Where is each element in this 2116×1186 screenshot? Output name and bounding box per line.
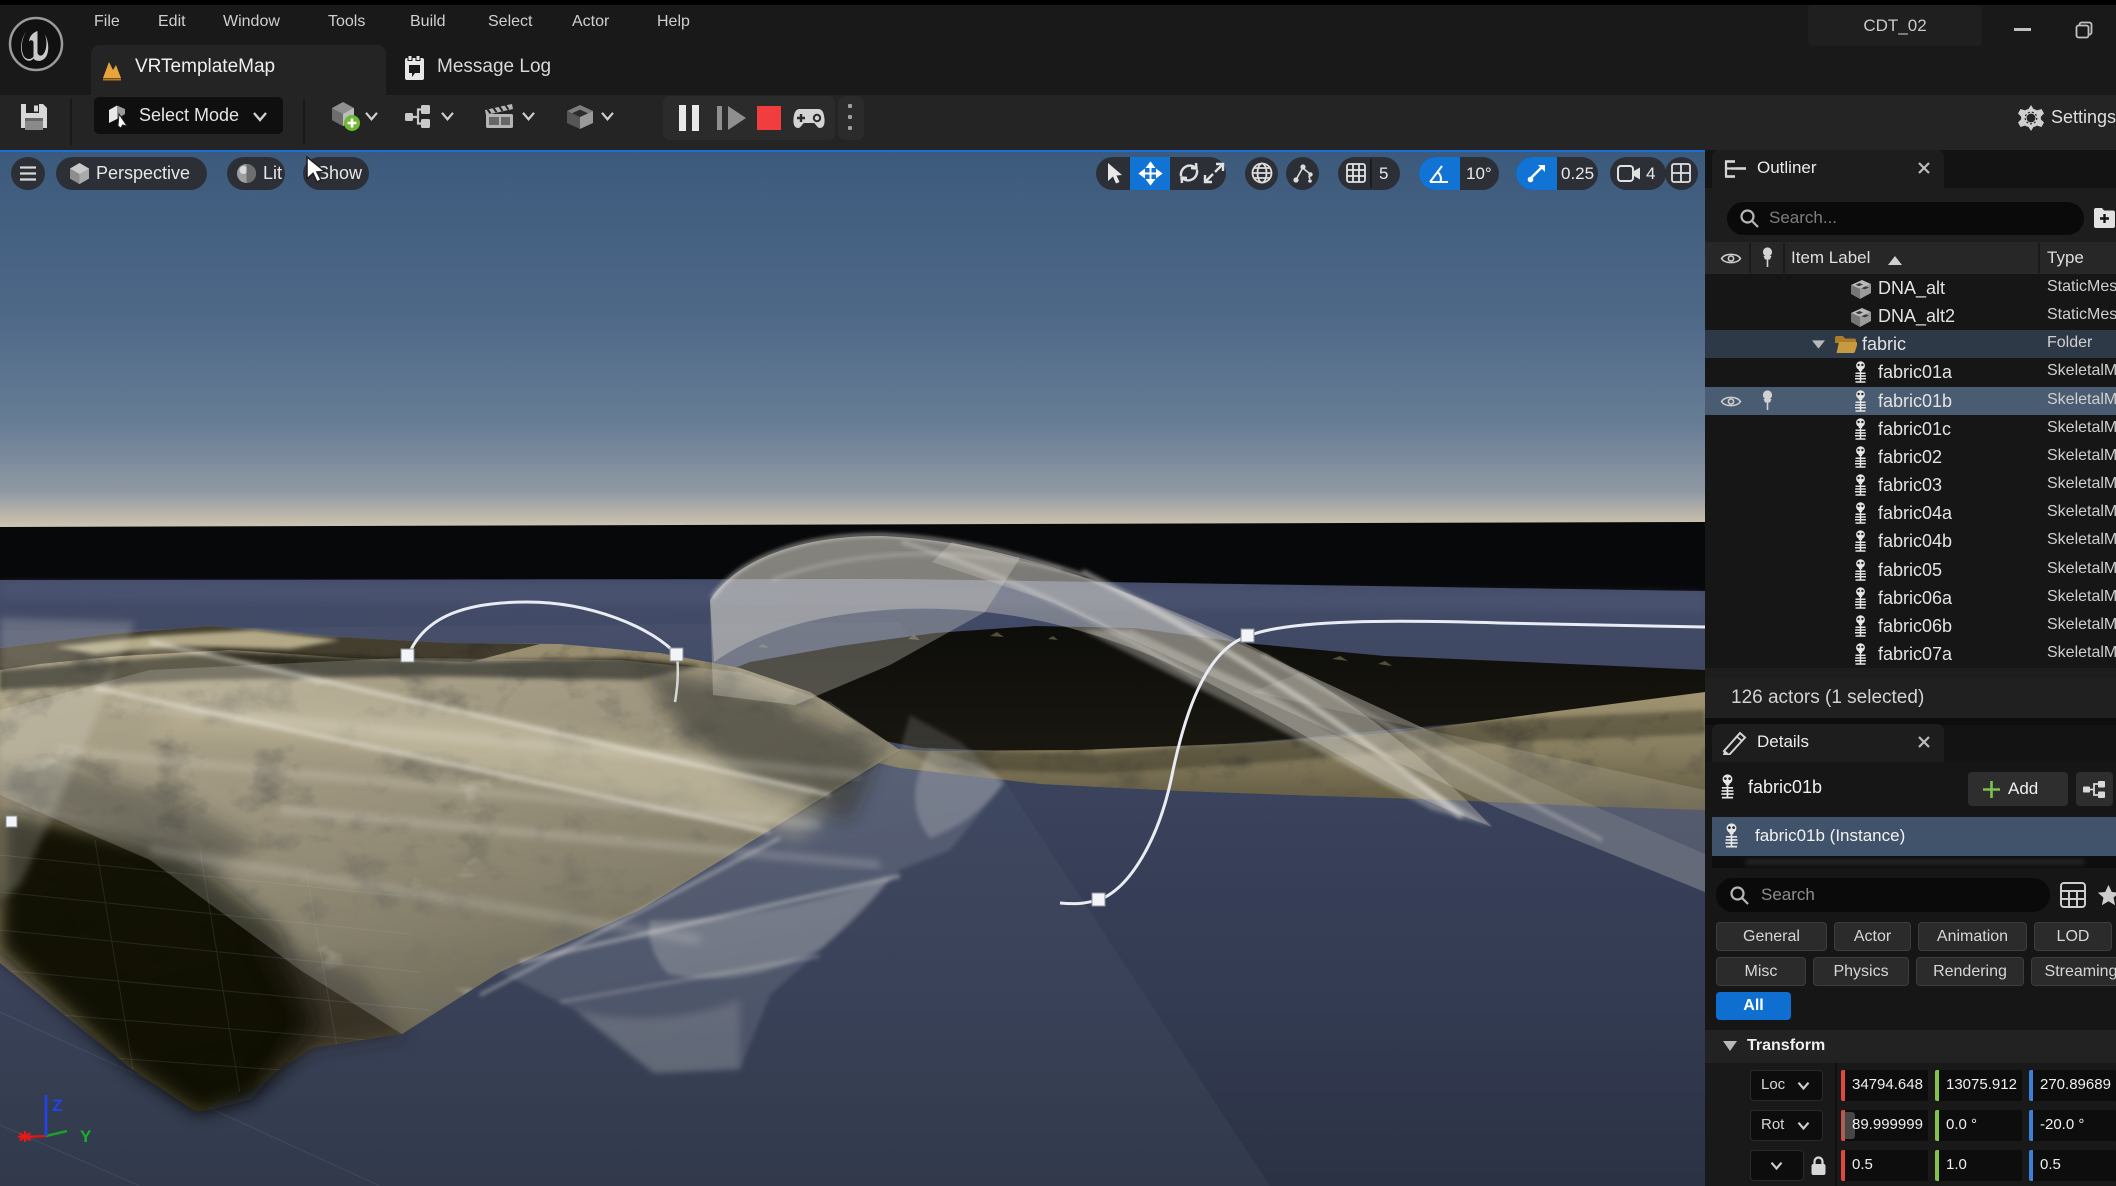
svg-text:Z: Z bbox=[52, 1096, 62, 1115]
svg-text:Y: Y bbox=[80, 1127, 92, 1146]
